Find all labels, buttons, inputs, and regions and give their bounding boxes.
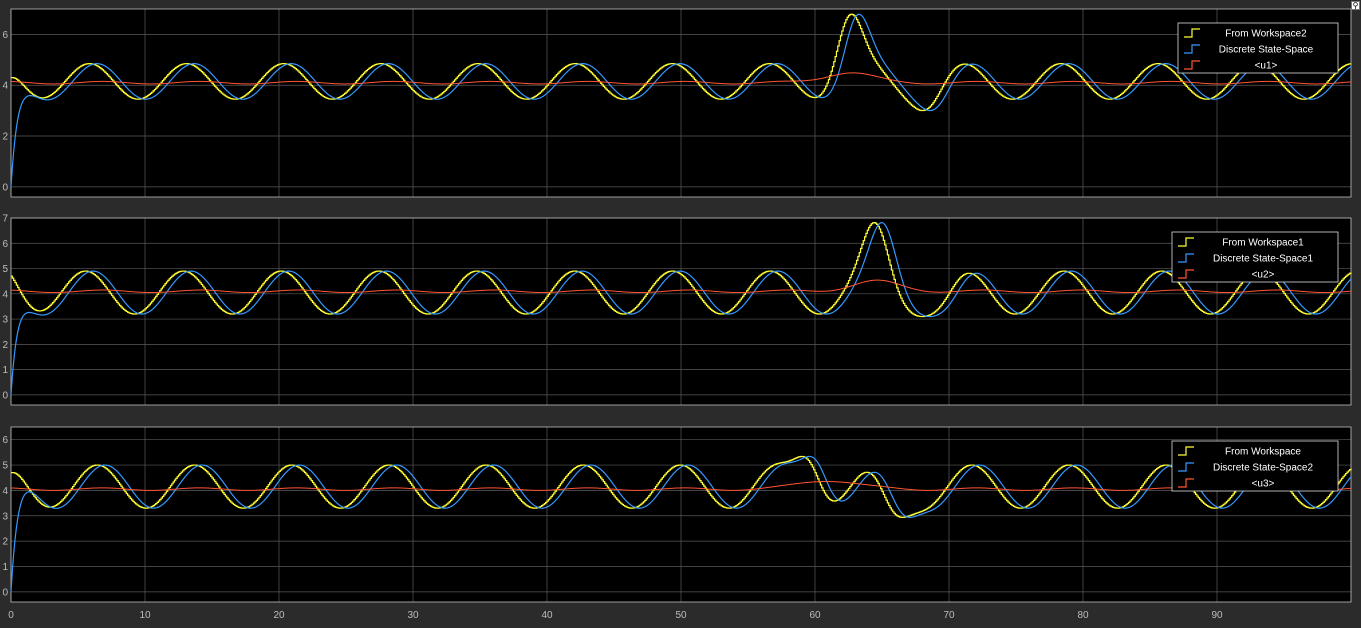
legend-label: <u3>	[1252, 479, 1275, 490]
scope-figure: 0246 From Workspace2Discrete State-Space<…	[2, 8, 1352, 621]
x-tick-label: 80	[1077, 610, 1089, 621]
y-tick-label: 1	[2, 365, 8, 376]
x-tick-label: 10	[139, 610, 151, 621]
y-tick-label: 0	[2, 182, 8, 193]
y-tick-label: 0	[2, 390, 8, 401]
y-tick-label: 4	[2, 289, 8, 300]
x-tick-label: 50	[675, 610, 687, 621]
scope-panel-1: 0 2 4 6 From Workspace2 Discrete State-Space <…	[2, 8, 1352, 198]
legend-label: From Workspace	[1225, 447, 1301, 458]
x-tick-label: 70	[943, 610, 955, 621]
legend-label: Discrete State-Space1	[1213, 254, 1313, 265]
y-tick-label: 2	[2, 340, 8, 351]
y-tick-label: 2	[2, 537, 8, 548]
legend: From Workspace1 Discrete State-Space1 <u2>	[1171, 231, 1339, 283]
scope-panel-3: 0 1 2 3 4 5 6 From Workspace Discrete State-Spac…	[2, 426, 1352, 603]
x-tick-label: 30	[407, 610, 419, 621]
legend-label: Discrete State-Space2	[1213, 463, 1313, 474]
x-tick-label: 60	[809, 610, 821, 621]
legend: From Workspace2 Discrete State-Space <u1>	[1177, 22, 1339, 74]
legend-label: From Workspace1	[1222, 238, 1304, 249]
y-tick-label: 6	[2, 435, 8, 446]
legend-label: <u2>	[1252, 270, 1275, 281]
pin-icon[interactable]: ⚲	[1351, 1, 1360, 10]
y-tick-label: 2	[2, 132, 8, 143]
legend-label: Discrete State-Space	[1219, 45, 1314, 56]
x-tick-label: 40	[541, 610, 553, 621]
y-tick-label: 3	[2, 511, 8, 522]
y-tick-label: 5	[2, 461, 8, 472]
legend: From Workspace Discrete State-Space2 <u3>	[1171, 440, 1339, 492]
y-tick-label: 1	[2, 562, 8, 573]
x-tick-label: 0	[8, 610, 14, 621]
y-tick-label: 6	[2, 30, 8, 41]
legend-label: <u1>	[1255, 61, 1278, 72]
scope-panel-2: 0 1 2 3 4 5 6 7 From Workspace1 Discrete State-Sp…	[2, 214, 1352, 406]
y-tick-label: 4	[2, 81, 8, 92]
y-tick-label: 6	[2, 239, 8, 250]
y-tick-label: 7	[2, 214, 8, 225]
y-tick-label: 5	[2, 264, 8, 275]
y-tick-label: 3	[2, 315, 8, 326]
y-tick-label: 4	[2, 486, 8, 497]
y-tick-label: 0	[2, 587, 8, 598]
x-tick-label: 90	[1211, 610, 1223, 621]
legend-label: From Workspace2	[1225, 29, 1307, 40]
x-tick-label: 20	[273, 610, 285, 621]
